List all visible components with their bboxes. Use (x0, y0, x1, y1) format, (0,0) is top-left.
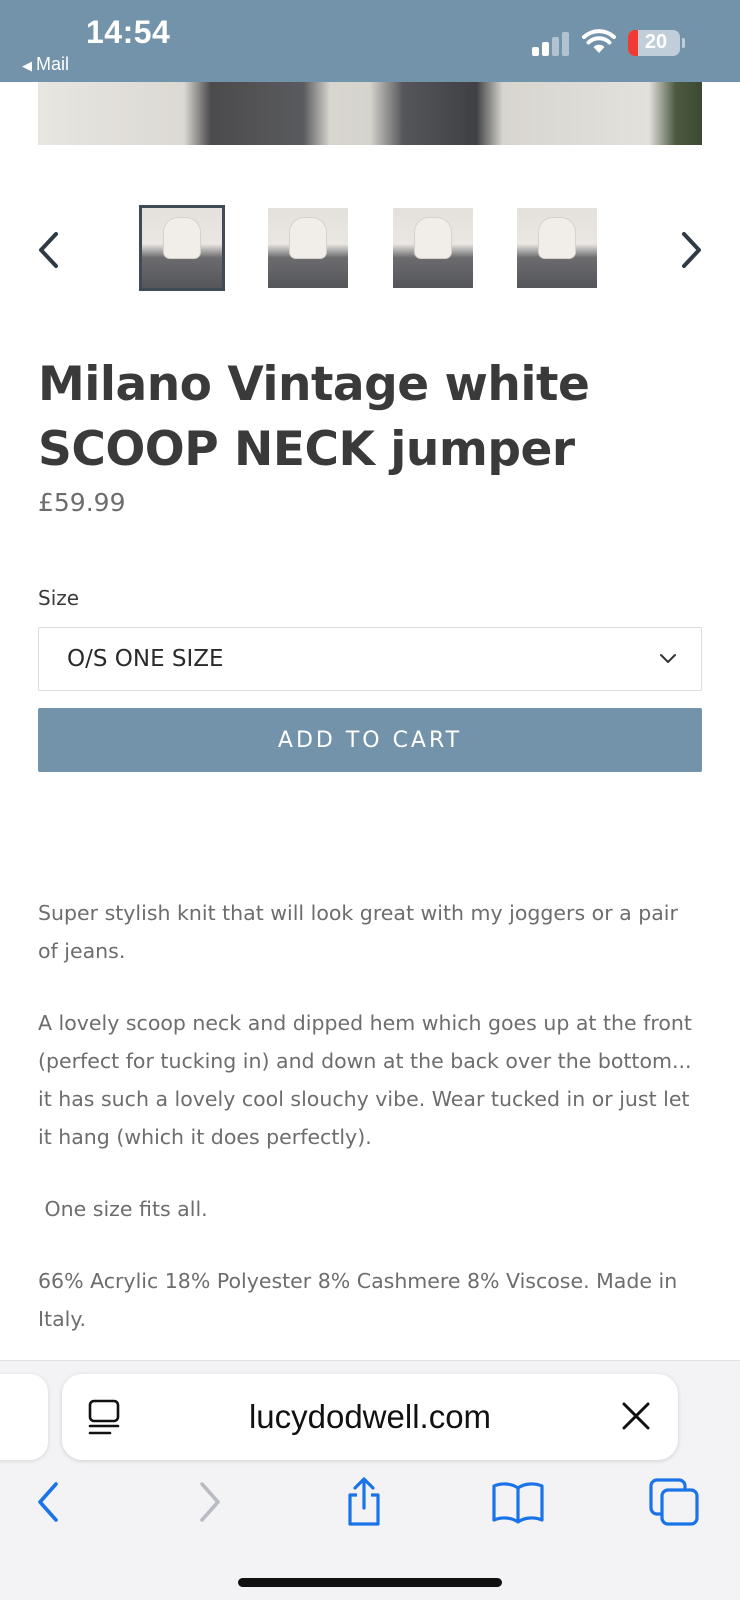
gallery-thumbnail[interactable] (393, 208, 473, 288)
chevron-left-icon (39, 232, 58, 268)
status-time: 14:54 (86, 14, 171, 50)
back-to-mail-label: Mail (36, 54, 70, 74)
size-selected-value: O/S ONE SIZE (67, 646, 224, 672)
chevron-right-icon (682, 232, 701, 268)
bookmarks-button[interactable] (490, 1474, 546, 1530)
gallery-thumbnail[interactable] (139, 205, 225, 291)
share-button[interactable] (336, 1474, 392, 1530)
description-paragraph: 66% Acrylic 18% Polyester 8% Cashmere 8%… (38, 1269, 678, 1331)
previous-tab-preview[interactable] (0, 1374, 48, 1460)
gallery-thumbnail[interactable] (268, 208, 348, 288)
battery-cap (682, 38, 685, 48)
size-select[interactable]: O/S ONE SIZE (38, 627, 702, 691)
browser-forward-button[interactable] (182, 1474, 238, 1530)
tabs-button[interactable] (646, 1474, 702, 1530)
product-title: Milano Vintage white SCOOP NECK jumper (38, 357, 590, 477)
home-indicator (238, 1578, 502, 1587)
description-paragraph: Super stylish knit that will look great … (38, 901, 678, 963)
address-bar[interactable]: lucydodwell.com (62, 1374, 678, 1460)
url-text: lucydodwell.com (248, 1398, 492, 1435)
battery-icon: 20 (628, 30, 680, 56)
status-bar: 14:54 ◀ Mail 20 (0, 0, 740, 82)
description-paragraph: A lovely scoop neck and dipped hem which… (38, 1011, 692, 1149)
chevron-down-icon (660, 654, 676, 663)
wifi-icon (582, 29, 616, 53)
share-icon (348, 1477, 380, 1526)
back-triangle-icon: ◀ (22, 58, 32, 73)
product-price: £59.99 (38, 488, 126, 517)
gallery-next-button[interactable] (672, 226, 712, 274)
gallery-thumbnail[interactable] (517, 208, 597, 288)
size-label: Size (38, 586, 80, 610)
back-to-mail-link[interactable]: ◀ Mail (22, 54, 69, 75)
product-main-image[interactable] (38, 82, 702, 145)
back-icon (38, 1482, 58, 1522)
browser-back-button[interactable] (20, 1474, 76, 1530)
gallery-prev-button[interactable] (28, 226, 68, 274)
cellular-signal-icon (532, 30, 572, 56)
description-paragraph: One size fits all. (38, 1197, 208, 1221)
tabs-icon (649, 1478, 699, 1526)
battery-level: 20 (644, 31, 668, 53)
add-to-cart-button[interactable]: ADD TO CART (38, 708, 702, 772)
bookmarks-icon (492, 1482, 544, 1524)
clear-icon[interactable] (620, 1400, 652, 1432)
forward-icon (200, 1482, 220, 1522)
